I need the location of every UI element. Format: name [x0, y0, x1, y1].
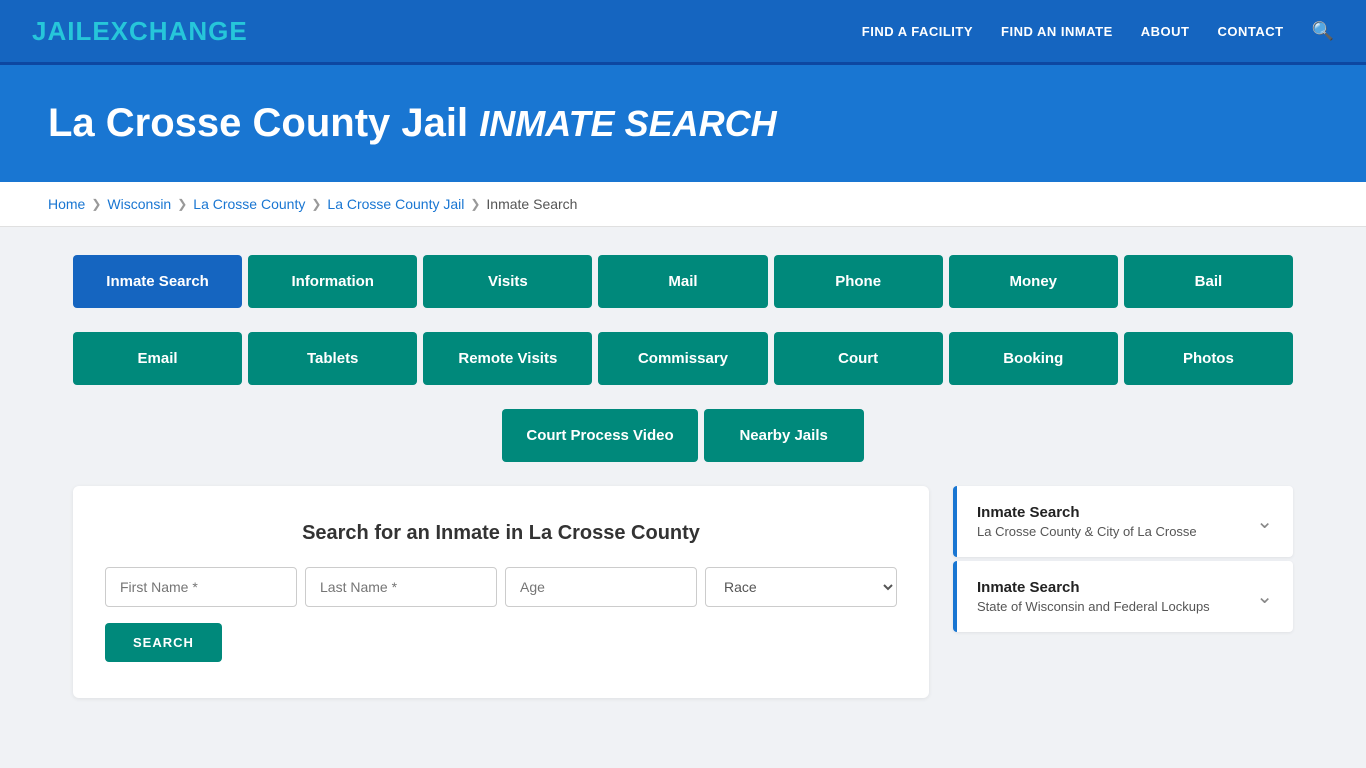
sidebar-card-1-title: Inmate Search	[977, 504, 1197, 521]
breadcrumb-sep-3: ❯	[311, 197, 321, 211]
nav-button-row-2: Email Tablets Remote Visits Commissary C…	[73, 332, 1293, 385]
age-input[interactable]	[505, 567, 697, 607]
breadcrumb-la-crosse-county[interactable]: La Crosse County	[193, 196, 305, 212]
lower-section: Search for an Inmate in La Crosse County…	[73, 486, 1293, 698]
search-icon[interactable]: 🔍	[1312, 21, 1334, 42]
btn-mail[interactable]: Mail	[598, 255, 767, 308]
nav-button-row-3: Court Process Video Nearby Jails	[73, 409, 1293, 462]
btn-money[interactable]: Money	[949, 255, 1118, 308]
breadcrumb: Home ❯ Wisconsin ❯ La Crosse County ❯ La…	[0, 182, 1366, 227]
brand-part1: JAIL	[32, 16, 92, 46]
btn-photos[interactable]: Photos	[1124, 332, 1293, 385]
btn-phone[interactable]: Phone	[774, 255, 943, 308]
btn-tablets[interactable]: Tablets	[248, 332, 417, 385]
nav-contact[interactable]: CONTACT	[1217, 24, 1283, 39]
btn-email[interactable]: Email	[73, 332, 242, 385]
main-content: Inmate Search Information Visits Mail Ph…	[33, 227, 1333, 726]
search-form-card: Search for an Inmate in La Crosse County…	[73, 486, 929, 698]
breadcrumb-wisconsin[interactable]: Wisconsin	[107, 196, 171, 212]
sidebar: Inmate Search La Crosse County & City of…	[953, 486, 1293, 636]
btn-inmate-search[interactable]: Inmate Search	[73, 255, 242, 308]
search-form-title: Search for an Inmate in La Crosse County	[105, 522, 897, 545]
first-name-input[interactable]	[105, 567, 297, 607]
nav-about[interactable]: ABOUT	[1141, 24, 1190, 39]
btn-nearby-jails[interactable]: Nearby Jails	[704, 409, 864, 462]
sidebar-card-1-text: Inmate Search La Crosse County & City of…	[977, 504, 1197, 539]
nav-button-row-1: Inmate Search Information Visits Mail Ph…	[73, 255, 1293, 308]
search-fields: Race White Black Hispanic Asian Other	[105, 567, 897, 607]
breadcrumb-current: Inmate Search	[486, 196, 577, 212]
breadcrumb-sep-2: ❯	[177, 197, 187, 211]
btn-booking[interactable]: Booking	[949, 332, 1118, 385]
brand-part2: EXCHANGE	[92, 16, 247, 46]
last-name-input[interactable]	[305, 567, 497, 607]
breadcrumb-sep-4: ❯	[470, 197, 480, 211]
nav-find-inmate[interactable]: FIND AN INMATE	[1001, 24, 1113, 39]
btn-remote-visits[interactable]: Remote Visits	[423, 332, 592, 385]
btn-information[interactable]: Information	[248, 255, 417, 308]
sidebar-card-2-title: Inmate Search	[977, 579, 1210, 596]
btn-court-process-video[interactable]: Court Process Video	[502, 409, 697, 462]
race-select[interactable]: Race White Black Hispanic Asian Other	[705, 567, 897, 607]
chevron-down-icon-1: ⌄	[1256, 509, 1273, 534]
breadcrumb-home[interactable]: Home	[48, 196, 85, 212]
search-button[interactable]: SEARCH	[105, 623, 222, 662]
chevron-down-icon-2: ⌄	[1256, 584, 1273, 609]
btn-commissary[interactable]: Commissary	[598, 332, 767, 385]
nav-links: FIND A FACILITY FIND AN INMATE ABOUT CON…	[862, 21, 1334, 42]
btn-court[interactable]: Court	[774, 332, 943, 385]
main-nav: JAILEXCHANGE FIND A FACILITY FIND AN INM…	[0, 0, 1366, 65]
breadcrumb-sep-1: ❯	[91, 197, 101, 211]
btn-visits[interactable]: Visits	[423, 255, 592, 308]
nav-find-facility[interactable]: FIND A FACILITY	[862, 24, 973, 39]
sidebar-card-2-text: Inmate Search State of Wisconsin and Fed…	[977, 579, 1210, 614]
sidebar-card-2-subtitle: State of Wisconsin and Federal Lockups	[977, 599, 1210, 614]
page-title: La Crosse County Jail INMATE SEARCH	[48, 101, 1318, 146]
sidebar-card-1[interactable]: Inmate Search La Crosse County & City of…	[953, 486, 1293, 557]
hero-section: La Crosse County Jail INMATE SEARCH	[0, 65, 1366, 182]
sidebar-card-2[interactable]: Inmate Search State of Wisconsin and Fed…	[953, 561, 1293, 632]
brand-logo[interactable]: JAILEXCHANGE	[32, 16, 248, 47]
btn-bail[interactable]: Bail	[1124, 255, 1293, 308]
breadcrumb-jail[interactable]: La Crosse County Jail	[327, 196, 464, 212]
sidebar-card-1-subtitle: La Crosse County & City of La Crosse	[977, 524, 1197, 539]
